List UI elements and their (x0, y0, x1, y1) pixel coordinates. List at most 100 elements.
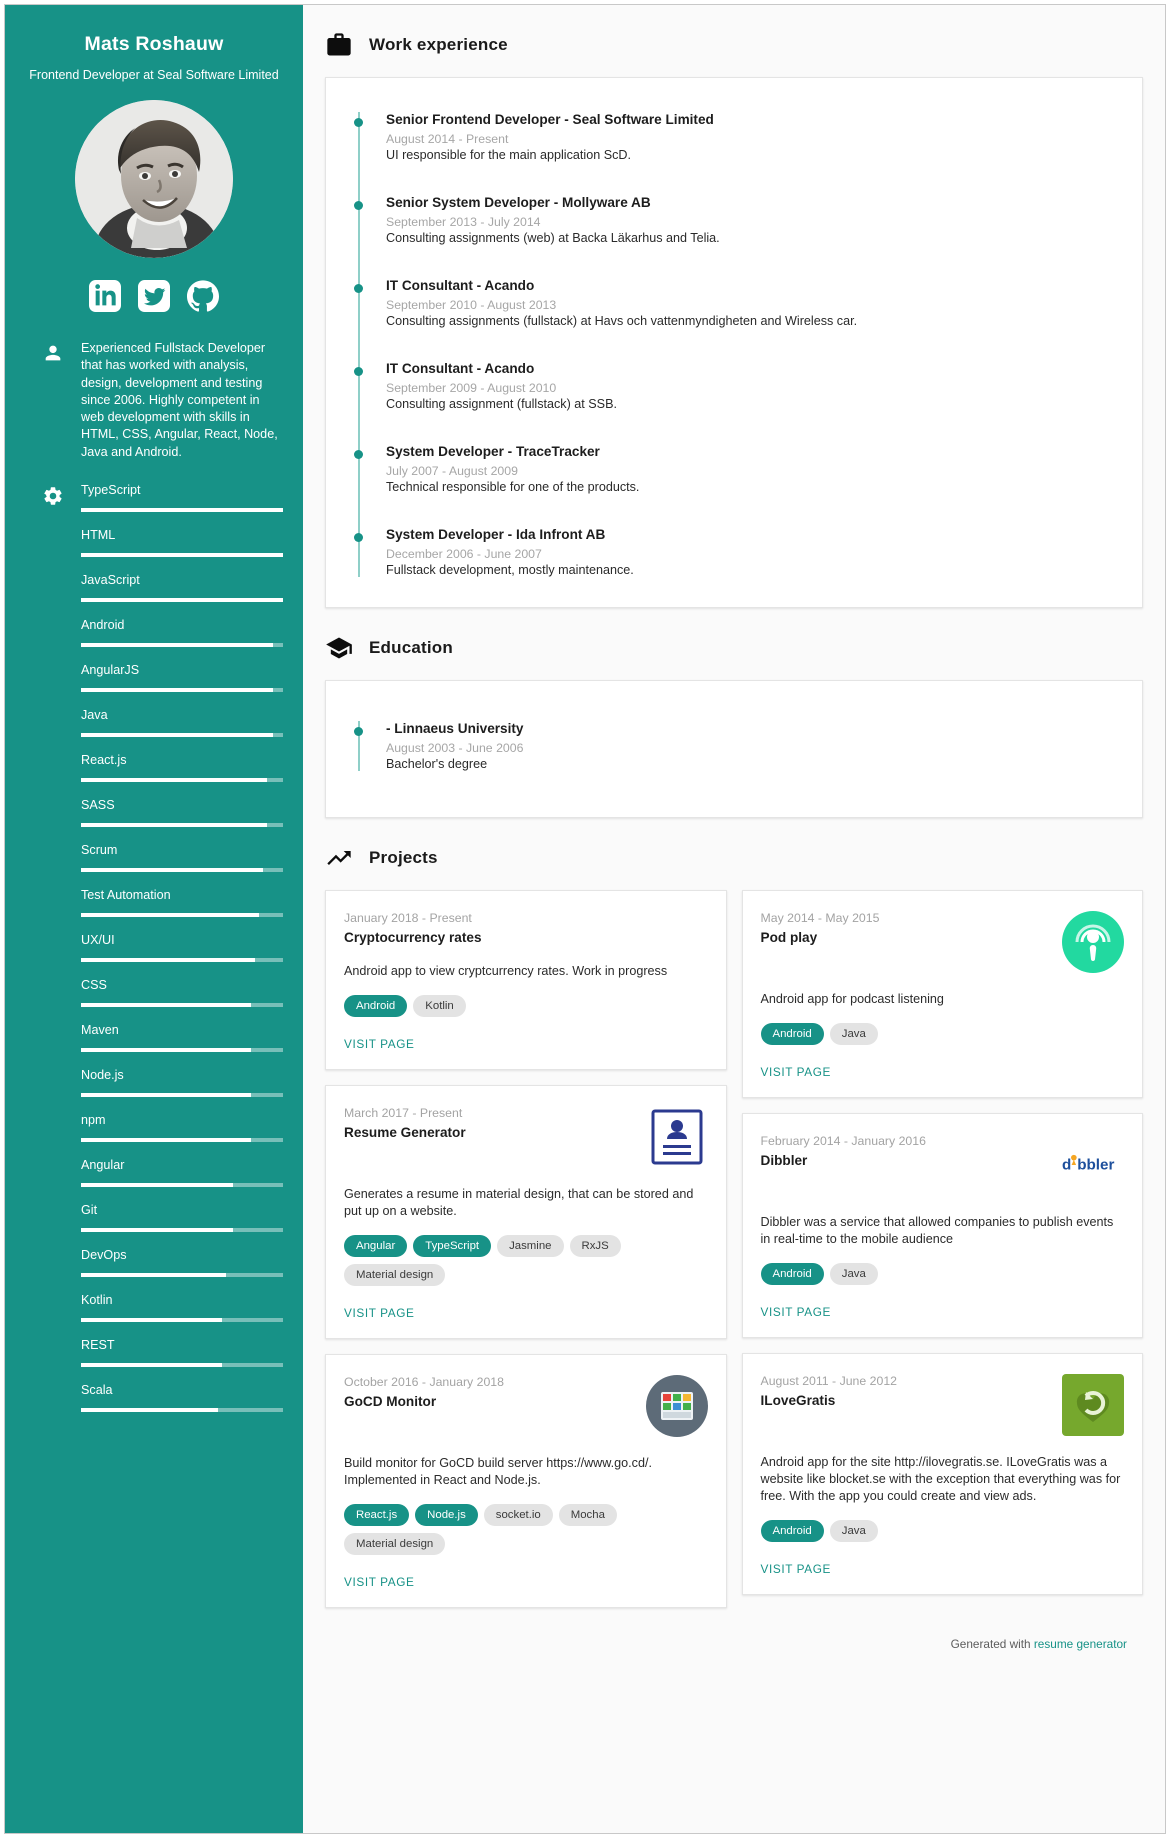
timeline-item: Senior System Developer - Mollyware AB Se… (354, 195, 1116, 245)
visit-page-link[interactable]: VISIT PAGE (761, 1562, 831, 1576)
twitter-icon[interactable] (138, 280, 170, 312)
timeline-item: System Developer - TraceTracker July 2007… (354, 443, 1116, 494)
skill-progress-bar (81, 867, 283, 872)
project-tags: Android Java (760, 1519, 1125, 1549)
skill-progress-fill (81, 777, 267, 782)
skill-progress-fill (81, 957, 255, 962)
about-block: Experienced Fullstack Developer that has… (25, 340, 283, 461)
timeline-title: IT Consultant - Acando (386, 277, 535, 293)
skill-label: REST (81, 1337, 115, 1352)
skill-progress-bar (81, 642, 283, 647)
skill-progress-bar (81, 1137, 283, 1142)
trending-up-icon (325, 844, 353, 872)
profile-subtitle: Frontend Developer at Seal Software Limi… (29, 68, 279, 82)
skill-progress-fill (81, 1182, 233, 1187)
project-tag: Java (829, 1022, 878, 1045)
skill-progress-bar (81, 1362, 283, 1367)
timeline-title: System Developer - TraceTracker (386, 443, 600, 459)
footer: Generated with resume generator (325, 1623, 1143, 1659)
project-tag: Jasmine (497, 1234, 564, 1257)
visit-page-link[interactable]: VISIT PAGE (344, 1037, 414, 1051)
skill-label: TypeScript (81, 482, 141, 497)
linkedin-icon[interactable] (89, 280, 121, 312)
project-date: January 2018 - Present (344, 910, 472, 925)
skill-progress-bar (81, 822, 283, 827)
skill-label: CSS (81, 977, 107, 992)
timeline-description: Consulting assignments (web) at Backa Lä… (386, 230, 720, 245)
visit-page-link[interactable]: VISIT PAGE (344, 1575, 414, 1589)
skill-item: Node.js (81, 1068, 283, 1097)
projects-grid: January 2018 - Present Cryptocurrency rat… (325, 889, 1143, 1623)
project-title: Resume Generator (344, 1124, 466, 1140)
timeline-dot (354, 532, 363, 542)
skill-progress-bar (81, 1317, 283, 1322)
skill-progress-fill (81, 1137, 251, 1142)
skill-progress-bar (81, 597, 283, 602)
skill-label: UX/UI (81, 932, 115, 947)
footer-text: Generated with (950, 1636, 1034, 1651)
skill-label: Test Automation (81, 887, 171, 902)
skill-progress-bar (81, 777, 283, 782)
main-content: Work experience Senior Frontend Develope… (303, 5, 1165, 1833)
project-title: GoCD Monitor (344, 1393, 437, 1409)
visit-page-link[interactable]: VISIT PAGE (761, 1065, 831, 1079)
visit-page-link[interactable]: VISIT PAGE (344, 1306, 414, 1320)
project-tags: React.js Node.js socket.io Mocha Material de… (344, 1503, 708, 1562)
project-description: Dibbler was a service that allowed compa… (760, 1214, 1114, 1246)
project-card: October 2016 - January 2018 GoCD Monitor B… (325, 1353, 727, 1608)
project-description: Android app to view cryptcurrency rates.… (344, 963, 668, 978)
skill-progress-fill (81, 597, 283, 602)
skill-progress-bar (81, 1272, 283, 1277)
skill-progress-bar (81, 687, 283, 692)
project-tag: Android (344, 994, 408, 1017)
timeline-description: Consulting assignment (fullstack) at SSB… (386, 396, 617, 411)
timeline-description: Technical responsible for one of the pro… (386, 479, 640, 494)
skill-item: JavaScript (81, 573, 283, 602)
skill-progress-fill (81, 552, 283, 557)
skill-progress-fill (81, 1272, 227, 1277)
github-icon[interactable] (187, 280, 219, 312)
person-icon (25, 340, 81, 364)
svg-text:bbler: bbler (1077, 1156, 1114, 1173)
skill-item: TypeScript (81, 483, 283, 512)
education-section-title: Education (369, 637, 453, 657)
timeline-dot (354, 283, 363, 293)
skill-label: Angular (81, 1157, 125, 1172)
footer-link[interactable]: resume generator (1034, 1637, 1127, 1651)
skill-label: npm (81, 1112, 106, 1127)
skill-progress-fill (81, 1002, 251, 1007)
project-description: Generates a resume in material design, t… (344, 1186, 694, 1218)
timeline-item: Senior Frontend Developer - Seal Softwar… (354, 112, 1116, 162)
timeline-date: September 2010 - August 2013 (386, 297, 557, 312)
timeline-title: IT Consultant - Acando (386, 360, 535, 376)
profile-name: Mats Roshauw (84, 33, 224, 55)
skill-item: Angular (81, 1158, 283, 1187)
timeline-dot (354, 200, 363, 210)
visit-page-link[interactable]: VISIT PAGE (761, 1305, 831, 1319)
project-tag: Android (760, 1022, 824, 1045)
project-tags: Angular TypeScript Jasmine RxJS Material des… (344, 1234, 708, 1293)
skill-progress-fill (81, 1407, 219, 1412)
ilovegratis-icon (1062, 1373, 1124, 1436)
skill-item: AngularJS (81, 663, 283, 692)
resume-page: Mats Roshauw Frontend Developer at Seal … (4, 4, 1166, 1834)
timeline-date: September 2013 - July 2014 (386, 214, 541, 229)
project-tag: Java (829, 1519, 878, 1542)
project-tag: Angular (344, 1234, 408, 1257)
project-tag: socket.io (483, 1503, 553, 1526)
project-tag: Material design (344, 1263, 446, 1286)
skill-progress-bar (81, 1227, 283, 1232)
skill-label: Kotlin (81, 1292, 113, 1307)
project-tag: Android (760, 1262, 824, 1285)
skill-item: UX/UI (81, 933, 283, 962)
skill-progress-bar (81, 1002, 283, 1007)
timeline-date: December 2006 - June 2007 (386, 546, 542, 561)
dibbler-icon: d bbler (1062, 1134, 1124, 1196)
skill-progress-fill (81, 1227, 233, 1232)
skill-item: React.js (81, 753, 283, 782)
skill-label: AngularJS (81, 662, 140, 677)
work-card: Senior Frontend Developer - Seal Softwar… (325, 77, 1143, 608)
svg-text:d: d (1062, 1156, 1071, 1173)
project-description: Android app for the site http://ilovegra… (760, 1454, 1121, 1503)
skill-item: npm (81, 1113, 283, 1142)
